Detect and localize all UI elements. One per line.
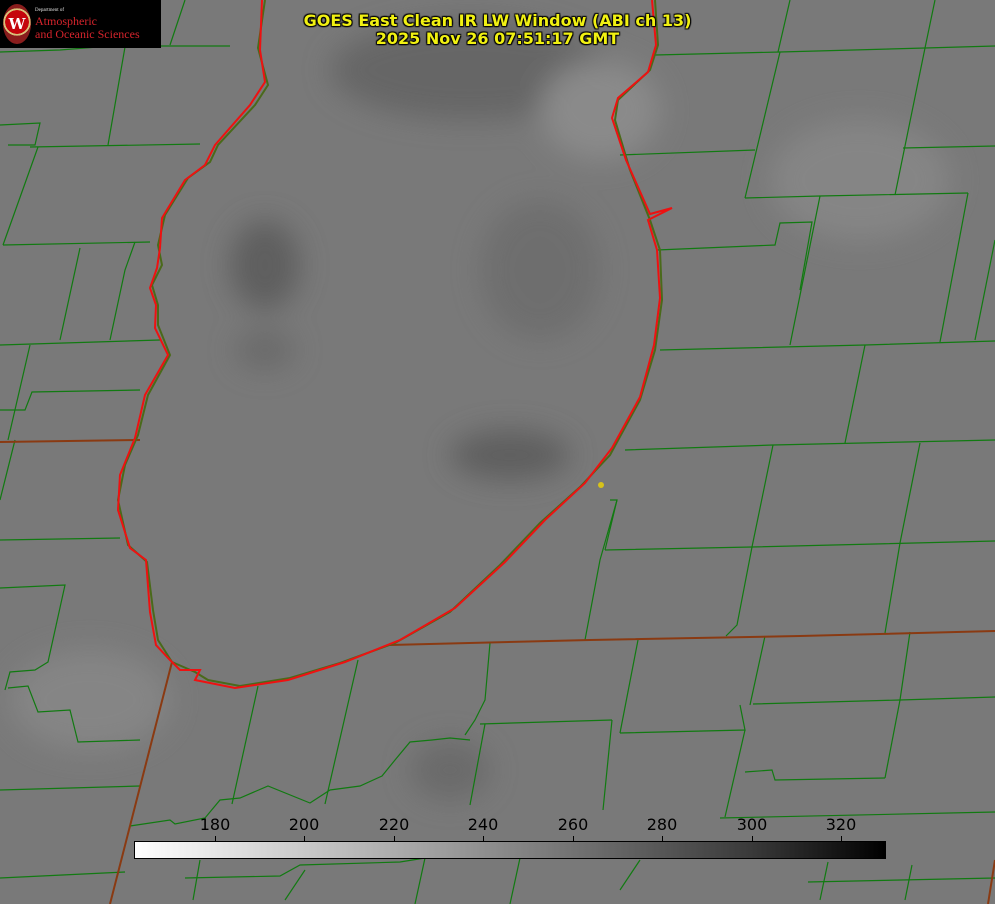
colorbar-tick-label: 240	[467, 815, 499, 834]
brightness-temperature-colorbar	[134, 841, 886, 859]
colorbar-tick-label: 260	[557, 815, 589, 834]
image-title: GOES East Clean IR LW Window (ABI ch 13)	[303, 11, 692, 30]
colorbar-tick-label: 320	[825, 815, 857, 834]
colorbar-tick-label: 300	[736, 815, 768, 834]
map-layers	[0, 0, 995, 904]
image-timestamp: 2025 Nov 26 07:51:17 GMT	[375, 29, 620, 48]
satellite-map	[0, 0, 995, 904]
colorbar-tick-label: 220	[378, 815, 410, 834]
site-marker	[598, 482, 604, 488]
colorbar-tick-label: 180	[199, 815, 231, 834]
colorbar-tick-label: 200	[288, 815, 320, 834]
colorbar-tick-label: 280	[646, 815, 678, 834]
